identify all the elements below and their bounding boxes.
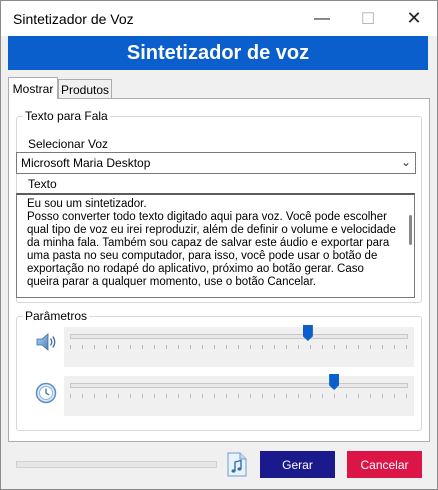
- progress-bar: [16, 461, 217, 468]
- close-icon[interactable]: ✕: [391, 1, 437, 36]
- volume-slider-rail: [70, 334, 408, 339]
- params-group-legend: Parâmetros: [25, 309, 88, 323]
- text-input-content: Eu sou um sintetizador. Posso converter …: [27, 198, 396, 288]
- tab-mostrar[interactable]: Mostrar: [8, 77, 58, 99]
- volume-slider-ticks: [70, 345, 408, 349]
- app-banner: Sintetizador de voz: [8, 36, 428, 70]
- speaker-icon: [36, 333, 56, 351]
- text-input[interactable]: Eu sou um sintetizador. Posso converter …: [16, 193, 415, 298]
- text-scrollbar[interactable]: [409, 215, 412, 245]
- voice-select[interactable]: Microsoft Maria Desktop ⌄: [16, 152, 416, 174]
- speed-icon: [35, 382, 57, 404]
- voice-select-value: Microsoft Maria Desktop: [21, 156, 151, 170]
- speed-slider-ticks: [70, 394, 408, 398]
- volume-slider[interactable]: [64, 325, 414, 367]
- voice-label: Selecionar Voz: [28, 137, 109, 151]
- maximize-icon[interactable]: ☐: [345, 1, 391, 36]
- chevron-down-icon[interactable]: ⌄: [401, 155, 411, 169]
- music-file-icon[interactable]: [226, 452, 248, 477]
- title-bar: Sintetizador de Voz — ☐ ✕: [1, 1, 437, 36]
- gerar-button[interactable]: Gerar: [260, 451, 335, 478]
- window-title: Sintetizador de Voz: [13, 11, 134, 27]
- minimize-icon[interactable]: —: [299, 1, 345, 36]
- cancel-button[interactable]: Cancelar: [347, 451, 422, 478]
- tab-produtos[interactable]: Produtos: [58, 79, 112, 99]
- speed-slider-rail: [70, 383, 408, 388]
- text-label: Texto: [28, 177, 57, 191]
- speed-slider[interactable]: [64, 374, 414, 416]
- text-group-legend: Texto para Fala: [25, 109, 108, 123]
